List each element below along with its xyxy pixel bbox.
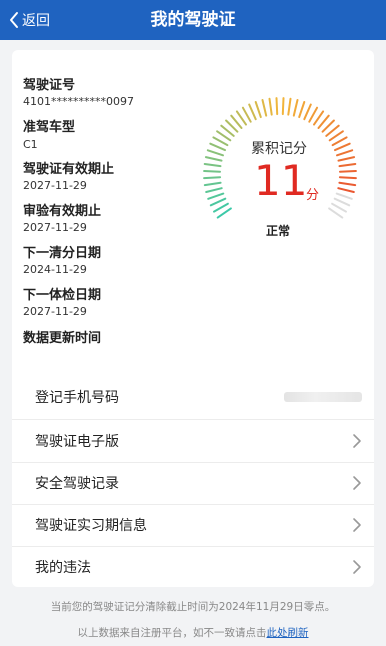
gauge-tick	[336, 149, 354, 157]
violations-row[interactable]: 我的违法	[12, 546, 374, 588]
gauge-tick	[292, 99, 299, 117]
clear-date-label: 下一清分日期	[23, 246, 102, 261]
data-update-label: 数据更新时间	[23, 331, 102, 346]
physical-exam-label: 下一体检日期	[23, 288, 102, 303]
phone-row[interactable]: 登记手机号码	[12, 376, 374, 418]
safe-record-row[interactable]: 安全驾驶记录	[12, 462, 374, 504]
gauge-tick	[287, 97, 292, 116]
license-number-label: 驾驶证号	[23, 78, 76, 93]
physical-exam-value: 2027-11-29	[23, 305, 87, 318]
gauge-tick	[261, 99, 268, 117]
gauge-tick	[334, 142, 351, 152]
license-number-value: 4101**********0097	[23, 95, 134, 108]
chevron-right-icon	[353, 560, 361, 574]
chevron-right-icon	[353, 518, 361, 532]
phone-value-masked	[284, 392, 362, 402]
clear-date-value: 2024-11-29	[23, 263, 87, 276]
gauge-tick	[206, 149, 224, 157]
license-expiry-label: 驾驶证有效期止	[23, 162, 115, 177]
gauge-tick	[337, 156, 356, 162]
status-label: 正常	[266, 224, 291, 238]
gauge-tick	[331, 136, 348, 147]
points-unit: 分	[306, 188, 320, 203]
gauge-tick	[204, 156, 223, 162]
gauge-tick	[298, 101, 306, 119]
gauge-tick	[328, 207, 344, 219]
gauge-tick	[203, 176, 222, 180]
gauge-tick	[337, 187, 355, 193]
gauge-tick	[275, 97, 279, 116]
violations-label: 我的违法	[35, 560, 91, 576]
gauge-tick	[203, 163, 222, 168]
clear-deadline-notice: 当前您的驾驶证记分清除截止时间为2024年11月29日零点。	[50, 601, 336, 613]
inspection-expiry-label: 审验有效期止	[23, 204, 102, 219]
gauge-tick	[207, 192, 225, 200]
probation-row[interactable]: 驾驶证实习期信息	[12, 504, 374, 546]
gauge-tick	[203, 181, 222, 187]
license-class-label: 准驾车型	[23, 120, 76, 135]
gauge-tick	[308, 106, 319, 123]
license-class-value: C1	[23, 138, 38, 151]
gauge-tick	[216, 207, 232, 219]
gauge-tick	[338, 176, 357, 180]
top-bar: 返回 我的驾驶证	[0, 0, 386, 40]
gauge-tick	[331, 202, 347, 213]
gauge-tick	[203, 170, 221, 173]
gauge-tick	[268, 97, 273, 116]
gauge-title: 累积记分	[251, 141, 307, 157]
inspection-expiry-value: 2027-11-29	[23, 221, 87, 234]
points-value: 11	[254, 156, 308, 205]
gauge-tick	[338, 163, 357, 168]
gauge-tick	[209, 142, 226, 152]
gauge-tick	[212, 136, 229, 147]
gauge-tick	[205, 187, 223, 193]
gauge-tick	[339, 170, 357, 173]
probation-label: 驾驶证实习期信息	[35, 518, 147, 534]
e-license-label: 驾驶证电子版	[35, 434, 119, 450]
gauge-tick	[241, 106, 252, 123]
gauge-tick	[254, 101, 262, 119]
chevron-right-icon	[353, 476, 361, 490]
e-license-row[interactable]: 驾驶证电子版	[12, 420, 374, 462]
chevron-right-icon	[353, 434, 361, 448]
gauge-tick	[335, 192, 353, 200]
gauge-tick	[303, 103, 312, 121]
gauge-tick	[333, 197, 351, 207]
gauge-tick	[338, 181, 357, 187]
phone-label: 登记手机号码	[35, 390, 119, 406]
gauge-tick	[209, 197, 227, 207]
gauge-tick	[248, 103, 257, 121]
gauge-tick	[281, 97, 285, 116]
license-expiry-value: 2027-11-29	[23, 179, 87, 192]
refresh-link[interactable]: 此处刷新	[267, 627, 309, 639]
page-title: 我的驾驶证	[150, 10, 236, 30]
data-source-notice: 以上数据来自注册平台，如不一致请点击此处刷新	[0, 625, 386, 640]
safe-record-label: 安全驾驶记录	[35, 476, 119, 492]
gauge-tick	[213, 202, 229, 213]
data-source-text: 以上数据来自注册平台，如不一致请点击	[77, 627, 267, 639]
